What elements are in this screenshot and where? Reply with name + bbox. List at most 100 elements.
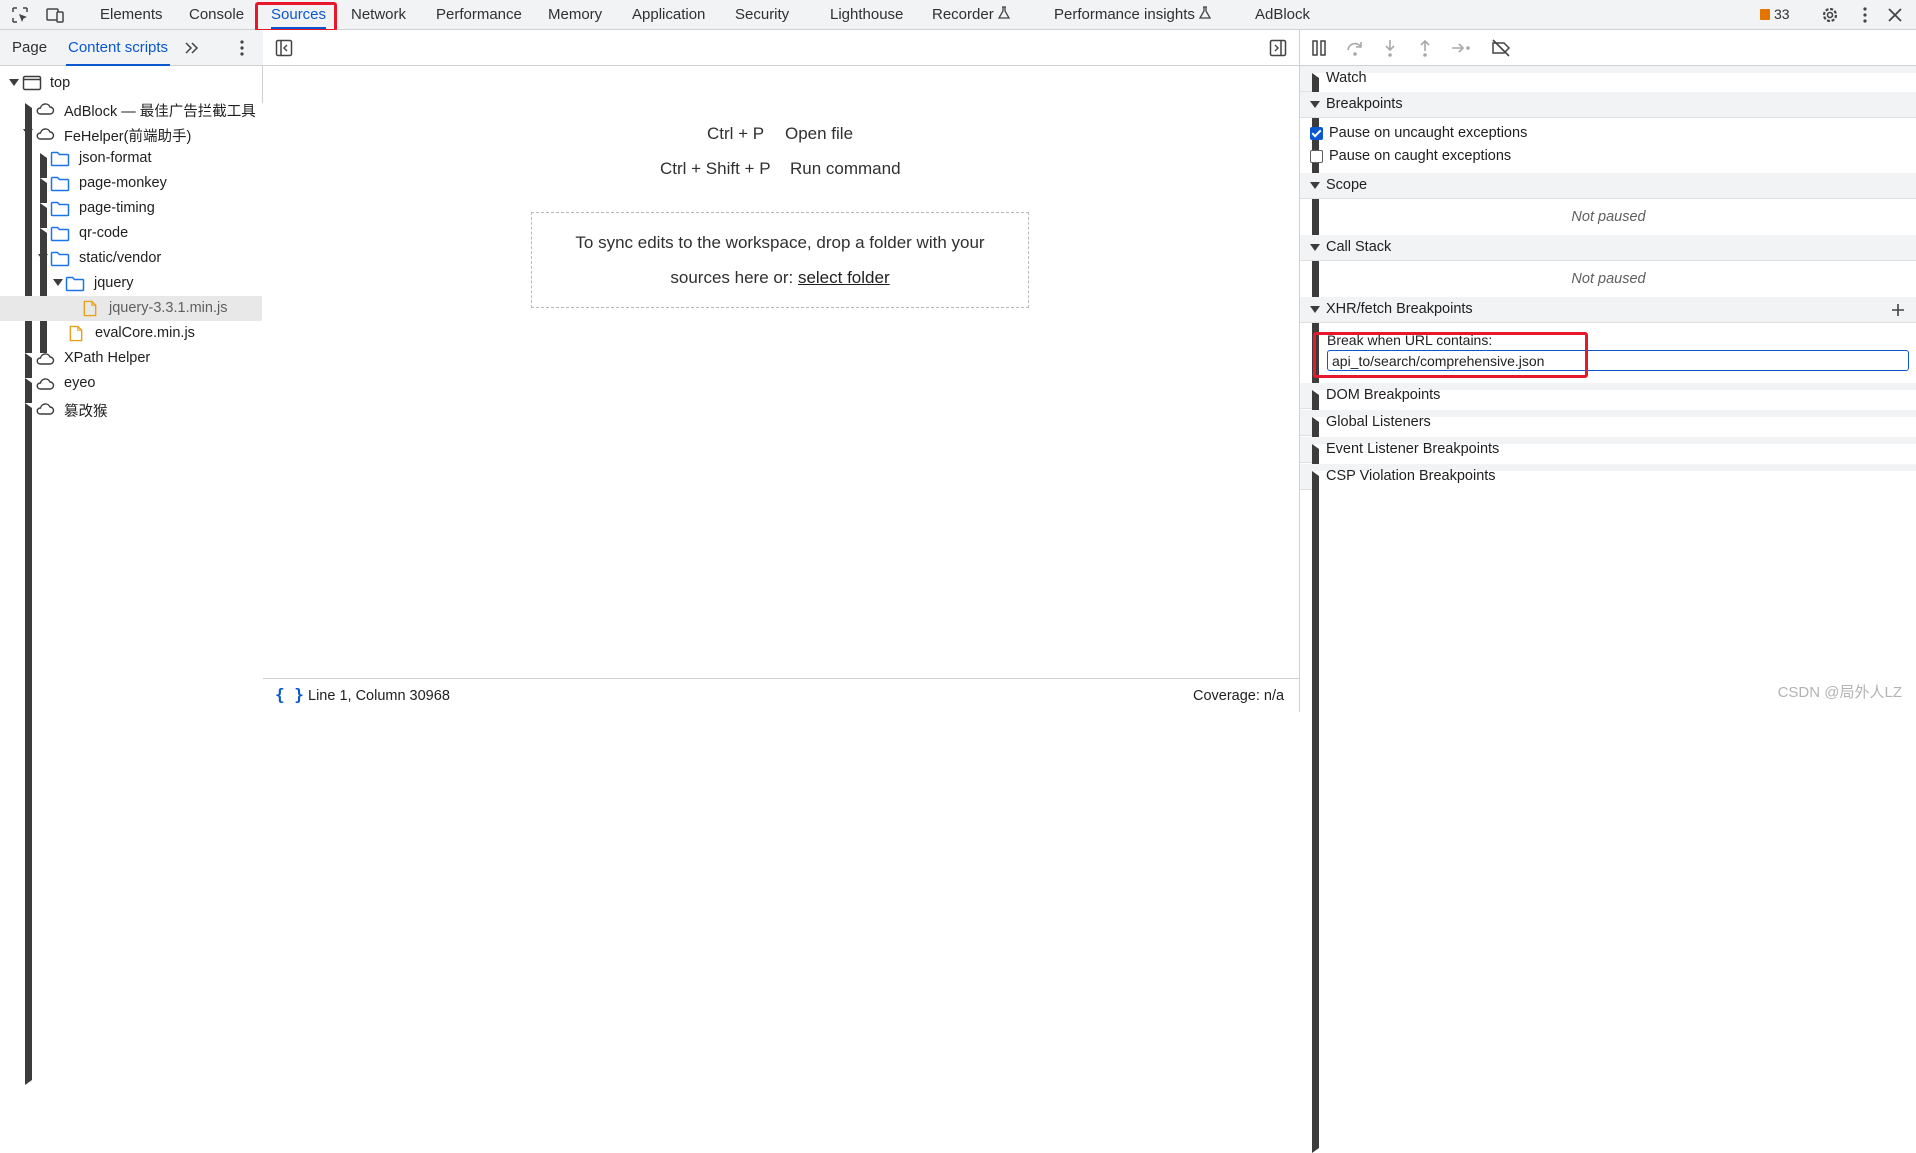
tree-item-static-vendor[interactable]: static/vendor	[0, 246, 262, 271]
tree-item-evalcore-min-js[interactable]: evalCore.min.js	[0, 321, 262, 346]
inspect-element-icon[interactable]	[10, 5, 30, 25]
expand-triangle-icon[interactable]	[1310, 244, 1320, 251]
tree-item-tampermonkey[interactable]: 篡改猴	[0, 396, 642, 1085]
cursor-position: Line 1, Column 30968	[308, 688, 450, 704]
pause-uncaught-checkbox[interactable]	[1310, 127, 1323, 140]
tab-network[interactable]: Network	[351, 6, 406, 23]
toggle-debugger-icon[interactable]	[1269, 39, 1287, 57]
more-tabs-chevron-icon[interactable]	[183, 40, 199, 56]
folder-icon	[50, 251, 70, 267]
section-call-stack-label: Call Stack	[1326, 239, 1392, 255]
section-xhr-breakpoints[interactable]: XHR/fetch Breakpoints	[1300, 297, 1916, 323]
debugger-toolbar	[1300, 30, 1916, 66]
section-xhr-breakpoints-label: XHR/fetch Breakpoints	[1326, 301, 1473, 317]
navigator-menu-icon[interactable]	[234, 39, 250, 57]
section-global-listeners[interactable]: Global Listeners	[1300, 410, 1916, 1099]
tree-item-eyeo[interactable]: eyeo	[0, 371, 642, 1060]
tab-console[interactable]: Console	[189, 6, 244, 23]
section-csp-label: CSP Violation Breakpoints	[1326, 468, 1496, 484]
shortcut-keys-open-file: Ctrl + P	[707, 124, 765, 143]
pretty-print-braces-icon[interactable]: { }	[275, 685, 304, 704]
tree-item-page-monkey[interactable]: page-monkey	[0, 171, 657, 860]
device-toolbar-icon[interactable]	[45, 5, 65, 25]
tab-sources[interactable]: Sources	[271, 6, 327, 29]
section-csp-breakpoints[interactable]: CSP Violation Breakpoints	[1300, 464, 1916, 1153]
tab-security[interactable]: Security	[735, 6, 789, 23]
tree-item-label: top	[50, 75, 71, 91]
more-options-icon[interactable]	[1855, 5, 1875, 25]
dropzone-text: To sync edits to the workspace, drop a f…	[575, 233, 985, 252]
experimental-flask-icon	[1198, 6, 1212, 19]
expand-triangle-icon[interactable]	[53, 279, 63, 286]
tab-performance-insights[interactable]: Performance insights	[1054, 6, 1212, 23]
tree-item-jquery[interactable]: jquery	[0, 271, 262, 296]
collapse-triangle-icon[interactable]	[1312, 471, 1916, 1153]
step-out-icon[interactable]	[1415, 38, 1435, 58]
coverage-status[interactable]: Coverage: n/a	[1193, 688, 1284, 704]
tab-elements[interactable]: Elements	[100, 6, 163, 23]
folder-icon	[50, 226, 70, 242]
add-breakpoint-plus-icon[interactable]	[1890, 302, 1906, 318]
settings-gear-icon[interactable]	[1820, 5, 1840, 25]
expand-triangle-icon[interactable]	[23, 129, 33, 136]
tab-adblock[interactable]: AdBlock	[1255, 6, 1310, 23]
shortcut-action-open-file: Open file	[785, 124, 854, 143]
section-scope-label: Scope	[1326, 177, 1368, 193]
tree-item-label: 篡改猴	[64, 404, 108, 420]
section-watch[interactable]: Watch	[1300, 66, 1916, 755]
navigator-panel: Page Content scripts top AdBlock — 最佳广告拦…	[0, 30, 657, 1085]
folder-icon	[50, 176, 70, 192]
tab-page[interactable]: Page	[12, 39, 47, 56]
tab-recorder-label: Recorder	[932, 6, 994, 23]
pause-icon[interactable]	[1310, 38, 1328, 58]
debugger-sidebar: Watch Breakpoints Pause on uncaught exce…	[1299, 30, 1916, 1153]
tab-application[interactable]: Application	[632, 6, 705, 23]
tree-item-xpath-helper[interactable]: XPath Helper	[0, 346, 642, 1035]
pause-caught-label: Pause on caught exceptions	[1329, 148, 1512, 164]
tab-recorder[interactable]: Recorder	[932, 6, 1011, 23]
tree-item-page-timing[interactable]: page-timing	[0, 196, 657, 885]
tree-item-json-format[interactable]: json-format	[0, 146, 657, 835]
tree-item-top[interactable]: top	[0, 71, 262, 96]
editor-panel: Ctrl + P Open file Ctrl + Shift + P Run …	[263, 30, 1299, 712]
section-event-listener-breakpoints[interactable]: Event Listener Breakpoints	[1300, 437, 1916, 1126]
expand-triangle-icon[interactable]	[38, 254, 48, 261]
section-breakpoints[interactable]: Breakpoints	[1300, 92, 1916, 118]
tree-item-fehelper[interactable]: FeHelper(前端助手)	[0, 121, 262, 146]
step-icon[interactable]	[1450, 38, 1472, 58]
section-call-stack[interactable]: Call Stack	[1300, 235, 1916, 261]
cloud-icon	[36, 103, 55, 115]
tab-memory[interactable]: Memory	[548, 6, 602, 23]
expand-triangle-icon[interactable]	[1310, 306, 1320, 313]
xhr-url-input[interactable]	[1327, 350, 1909, 371]
tree-item-label: eyeo	[64, 375, 96, 391]
step-into-icon[interactable]	[1380, 38, 1400, 58]
navigator-tabs: Page Content scripts	[0, 30, 263, 66]
tree-item-label: FeHelper(前端助手)	[64, 129, 192, 145]
close-icon[interactable]	[1885, 5, 1905, 25]
toggle-navigator-icon[interactable]	[275, 39, 293, 57]
expand-triangle-icon[interactable]	[1310, 182, 1320, 189]
workspace-dropzone[interactable]: To sync edits to the workspace, drop a f…	[531, 212, 1029, 308]
tree-item-label: evalCore.min.js	[95, 325, 195, 341]
tab-lighthouse[interactable]: Lighthouse	[830, 6, 903, 23]
step-over-icon[interactable]	[1345, 38, 1365, 58]
expand-triangle-icon[interactable]	[9, 79, 19, 86]
tab-performance[interactable]: Performance	[436, 6, 522, 23]
cloud-icon	[36, 353, 55, 365]
section-dom-breakpoints[interactable]: DOM Breakpoints	[1300, 383, 1916, 1072]
expand-triangle-icon[interactable]	[1310, 101, 1320, 108]
scope-status: Not paused	[1571, 209, 1646, 225]
folder-icon	[50, 151, 70, 167]
issues-counter[interactable]: 33	[1760, 6, 1790, 22]
tree-item-label: jquery	[94, 275, 134, 291]
select-folder-link[interactable]: select folder	[798, 268, 890, 287]
tree-item-jquery-min-js[interactable]: jquery-3.3.1.min.js	[0, 296, 262, 321]
deactivate-breakpoints-icon[interactable]	[1490, 38, 1512, 58]
tab-content-scripts[interactable]: Content scripts	[65, 39, 171, 66]
pause-caught-checkbox[interactable]	[1310, 150, 1323, 163]
editor-toolbar	[263, 30, 1299, 66]
tree-item-adblock[interactable]: AdBlock — 最佳广告拦截工具	[0, 96, 642, 785]
tree-item-qr-code[interactable]: qr-code	[0, 221, 657, 910]
section-scope[interactable]: Scope	[1300, 173, 1916, 199]
